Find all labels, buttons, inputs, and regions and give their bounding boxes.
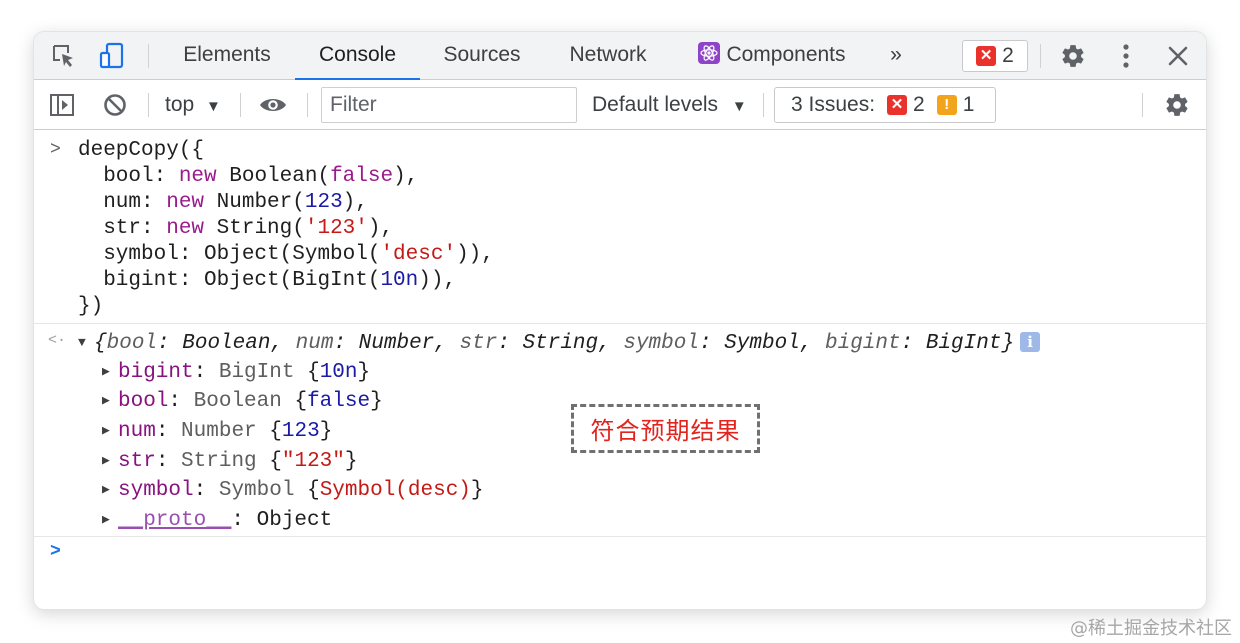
- console-toolbar: top ▼ Default levels ▼ 3 Issues: ✕ 2 ! 1: [34, 80, 1206, 130]
- tab-network[interactable]: Network: [556, 32, 660, 80]
- issues-button[interactable]: 3 Issues: ✕ 2 ! 1: [774, 87, 996, 123]
- toolbar-separator-4: [763, 93, 764, 117]
- console-prompt-icon: >: [50, 542, 61, 562]
- error-count-badge[interactable]: ✕ 2: [962, 40, 1028, 72]
- input-line: deepCopy({: [78, 139, 205, 162]
- warning-icon: !: [936, 95, 957, 115]
- toolbar-separator: [148, 93, 149, 117]
- input-line: symbol: Object(Symbol('desc')),: [78, 243, 494, 266]
- filter-input[interactable]: [322, 88, 576, 122]
- device-toolbar-icon[interactable]: [97, 41, 127, 71]
- message-divider: [34, 323, 1206, 324]
- settings-icon[interactable]: [1162, 90, 1192, 120]
- dropdown-caret-icon: ▼: [206, 98, 221, 115]
- tab-components-label: Components: [726, 43, 846, 66]
- error-icon: ✕: [887, 95, 908, 115]
- tabbar-separator: [148, 44, 149, 68]
- devtools-window: Elements Console Sources Network Compone…: [34, 32, 1206, 609]
- input-prompt-icon: >: [50, 140, 61, 160]
- tab-elements[interactable]: Elements: [170, 32, 284, 80]
- expand-triangle-icon[interactable]: ▶: [102, 418, 118, 444]
- toolbar-separator-2: [240, 93, 241, 117]
- input-line: }): [78, 295, 104, 318]
- expand-triangle-icon[interactable]: ▶: [102, 359, 118, 385]
- expand-triangle-icon[interactable]: ▶: [102, 448, 118, 474]
- clear-console-icon[interactable]: [100, 90, 130, 120]
- toolbar-separator-5: [1142, 93, 1143, 117]
- result-summary-row[interactable]: ▼ {bool: Boolean, num: Number, str: Strin…: [78, 330, 1041, 356]
- object-property-row[interactable]: ▶ num: Number {123}: [102, 418, 332, 444]
- input-line: num: new Number(123),: [78, 191, 368, 214]
- message-divider: [34, 536, 1206, 537]
- toolbar-separator-3: [307, 93, 308, 117]
- expand-triangle-icon[interactable]: ▼: [78, 330, 94, 356]
- error-icon: ✕: [976, 46, 997, 66]
- settings-icon[interactable]: [1058, 41, 1088, 71]
- expand-triangle-icon[interactable]: ▶: [102, 507, 118, 533]
- console-output[interactable]: > deepCopy({ bool: new Boolean(false), n…: [34, 130, 1206, 609]
- context-selector[interactable]: top ▼: [165, 80, 221, 130]
- live-expression-eye-icon[interactable]: [258, 90, 288, 120]
- object-property-row[interactable]: ▶ str: String {"123"}: [102, 448, 358, 474]
- annotation-callout: 符合预期结果: [571, 404, 760, 453]
- issues-error-count: 2: [913, 93, 925, 116]
- tabbar-separator-2: [1040, 44, 1041, 68]
- kebab-menu-icon[interactable]: [1111, 41, 1141, 71]
- dropdown-caret-icon: ▼: [731, 98, 747, 115]
- console-input[interactable]: [78, 538, 1178, 568]
- tab-console[interactable]: Console: [295, 32, 420, 81]
- watermark: @稀土掘金技术社区: [1070, 618, 1232, 639]
- issues-label: 3 Issues:: [791, 93, 876, 116]
- expand-triangle-icon[interactable]: ▶: [102, 388, 118, 414]
- more-tabs-button[interactable]: »: [879, 32, 913, 80]
- filter-field[interactable]: [321, 87, 577, 123]
- tab-sources[interactable]: Sources: [429, 32, 535, 80]
- log-levels-label: Default levels: [592, 93, 719, 116]
- input-line: bigint: Object(BigInt(10n)),: [78, 269, 457, 292]
- context-selector-value: top: [165, 93, 195, 116]
- inspect-element-icon[interactable]: [49, 41, 79, 71]
- log-levels-dropdown[interactable]: Default levels ▼: [592, 80, 747, 130]
- object-property-row[interactable]: ▶ __proto__: Object: [102, 507, 332, 533]
- sidebar-toggle-icon[interactable]: [47, 90, 77, 120]
- input-line: bool: new Boolean(false),: [78, 165, 419, 188]
- close-icon[interactable]: [1163, 41, 1193, 71]
- expand-triangle-icon[interactable]: ▶: [102, 477, 118, 503]
- object-property-row[interactable]: ▶ bigint: BigInt {10n}: [102, 359, 370, 385]
- react-icon: [698, 35, 721, 81]
- result-prompt-icon: <·: [48, 332, 67, 349]
- object-property-row[interactable]: ▶ symbol: Symbol {Symbol(desc)}: [102, 477, 484, 503]
- input-line: str: new String('123'),: [78, 217, 394, 240]
- devtools-tabbar: Elements Console Sources Network Compone…: [34, 32, 1206, 81]
- issues-warning-count: 1: [962, 93, 975, 116]
- tab-components[interactable]: Components: [682, 32, 862, 80]
- object-property-row[interactable]: ▶ bool: Boolean {false}: [102, 388, 383, 414]
- error-count: 2: [1002, 44, 1014, 67]
- info-icon[interactable]: i: [1020, 332, 1041, 352]
